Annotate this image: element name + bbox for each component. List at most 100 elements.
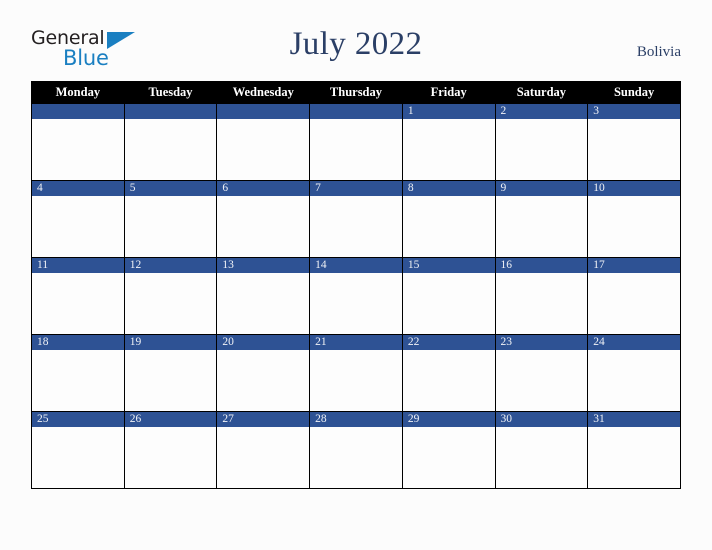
day-cell[interactable] bbox=[31, 103, 125, 181]
day-number bbox=[310, 104, 402, 119]
day-notes-area[interactable] bbox=[588, 350, 680, 411]
day-notes-area[interactable] bbox=[588, 196, 680, 257]
day-cell[interactable]: 7 bbox=[309, 180, 403, 258]
day-notes-area[interactable] bbox=[124, 196, 217, 257]
day-notes-area[interactable] bbox=[402, 427, 495, 488]
day-cell[interactable]: 17 bbox=[587, 257, 681, 335]
day-cell[interactable]: 6 bbox=[216, 180, 311, 258]
day-cell[interactable]: 24 bbox=[587, 334, 681, 412]
day-number: 6 bbox=[217, 181, 310, 196]
day-cell[interactable]: 12 bbox=[123, 257, 218, 335]
day-notes-area[interactable] bbox=[588, 427, 680, 488]
day-number: 20 bbox=[217, 335, 310, 350]
day-notes-area[interactable] bbox=[217, 196, 310, 257]
day-notes-area[interactable] bbox=[124, 350, 217, 411]
day-notes-area[interactable] bbox=[402, 119, 495, 180]
day-cell[interactable]: 16 bbox=[494, 257, 589, 335]
day-notes-area[interactable] bbox=[310, 119, 402, 180]
day-cell[interactable]: 28 bbox=[309, 411, 403, 489]
day-notes-area[interactable] bbox=[32, 196, 124, 257]
day-notes-area[interactable] bbox=[495, 427, 588, 488]
day-number: 14 bbox=[310, 258, 402, 273]
page-header: General Blue July 2022 Bolivia bbox=[0, 0, 712, 81]
day-notes-area[interactable] bbox=[495, 196, 588, 257]
day-cell[interactable] bbox=[216, 103, 311, 181]
calendar-week-row: 25 26 27 28 29 30 31 bbox=[31, 411, 681, 489]
day-number: 19 bbox=[124, 335, 217, 350]
day-number bbox=[124, 104, 217, 119]
day-number: 24 bbox=[588, 335, 680, 350]
day-number: 28 bbox=[310, 412, 402, 427]
day-notes-area[interactable] bbox=[310, 196, 402, 257]
day-cell[interactable]: 27 bbox=[216, 411, 311, 489]
day-cell[interactable]: 29 bbox=[401, 411, 496, 489]
day-notes-area[interactable] bbox=[588, 273, 680, 334]
day-cell[interactable]: 18 bbox=[31, 334, 125, 412]
day-cell[interactable]: 31 bbox=[587, 411, 681, 489]
day-cell[interactable]: 15 bbox=[401, 257, 496, 335]
day-notes-area[interactable] bbox=[495, 350, 588, 411]
day-cell[interactable]: 19 bbox=[123, 334, 218, 412]
calendar-week-row: 11 12 13 14 15 16 17 bbox=[31, 257, 681, 335]
day-cell[interactable]: 20 bbox=[216, 334, 311, 412]
weekday-header-tuesday: Tuesday bbox=[123, 81, 218, 104]
weekday-header-friday: Friday bbox=[401, 81, 496, 104]
day-number: 21 bbox=[310, 335, 402, 350]
weekday-header-sunday: Sunday bbox=[587, 81, 681, 104]
day-notes-area[interactable] bbox=[217, 273, 310, 334]
day-notes-area[interactable] bbox=[402, 350, 495, 411]
day-notes-area[interactable] bbox=[310, 427, 402, 488]
day-cell[interactable] bbox=[123, 103, 218, 181]
day-notes-area[interactable] bbox=[588, 119, 680, 180]
day-notes-area[interactable] bbox=[402, 196, 495, 257]
calendar-grid: Monday Tuesday Wednesday Thursday Friday… bbox=[31, 81, 681, 489]
day-cell[interactable]: 2 bbox=[494, 103, 589, 181]
day-notes-area[interactable] bbox=[310, 350, 402, 411]
day-number: 10 bbox=[588, 181, 680, 196]
day-notes-area[interactable] bbox=[32, 427, 124, 488]
day-cell[interactable]: 13 bbox=[216, 257, 311, 335]
day-cell[interactable]: 22 bbox=[401, 334, 496, 412]
weekday-header-row: Monday Tuesday Wednesday Thursday Friday… bbox=[31, 81, 681, 104]
day-notes-area[interactable] bbox=[217, 427, 310, 488]
day-cell[interactable]: 10 bbox=[587, 180, 681, 258]
day-notes-area[interactable] bbox=[32, 350, 124, 411]
calendar-week-row: 4 5 6 7 8 9 10 bbox=[31, 180, 681, 258]
day-number: 31 bbox=[588, 412, 680, 427]
day-notes-area[interactable] bbox=[32, 273, 124, 334]
day-notes-area[interactable] bbox=[124, 119, 217, 180]
day-notes-area[interactable] bbox=[124, 427, 217, 488]
day-cell[interactable]: 11 bbox=[31, 257, 125, 335]
day-number: 22 bbox=[402, 335, 495, 350]
day-notes-area[interactable] bbox=[495, 119, 588, 180]
day-notes-area[interactable] bbox=[32, 119, 124, 180]
day-cell[interactable] bbox=[309, 103, 403, 181]
day-notes-area[interactable] bbox=[310, 273, 402, 334]
day-cell[interactable]: 14 bbox=[309, 257, 403, 335]
day-number: 13 bbox=[217, 258, 310, 273]
day-cell[interactable]: 26 bbox=[123, 411, 218, 489]
day-number: 8 bbox=[402, 181, 495, 196]
day-number: 1 bbox=[402, 104, 495, 119]
day-cell[interactable]: 4 bbox=[31, 180, 125, 258]
day-notes-area[interactable] bbox=[124, 273, 217, 334]
day-cell[interactable]: 1 bbox=[401, 103, 496, 181]
day-cell[interactable]: 3 bbox=[587, 103, 681, 181]
day-cell[interactable]: 23 bbox=[494, 334, 589, 412]
day-notes-area[interactable] bbox=[217, 350, 310, 411]
day-notes-area[interactable] bbox=[402, 273, 495, 334]
day-number: 3 bbox=[588, 104, 680, 119]
weekday-header-monday: Monday bbox=[31, 81, 125, 104]
day-number bbox=[217, 104, 310, 119]
day-cell[interactable]: 21 bbox=[309, 334, 403, 412]
day-number: 11 bbox=[32, 258, 124, 273]
day-notes-area[interactable] bbox=[217, 119, 310, 180]
day-cell[interactable]: 25 bbox=[31, 411, 125, 489]
day-number: 26 bbox=[124, 412, 217, 427]
day-cell[interactable]: 9 bbox=[494, 180, 589, 258]
day-cell[interactable]: 5 bbox=[123, 180, 218, 258]
day-cell[interactable]: 30 bbox=[494, 411, 589, 489]
day-cell[interactable]: 8 bbox=[401, 180, 496, 258]
day-number: 16 bbox=[495, 258, 588, 273]
day-notes-area[interactable] bbox=[495, 273, 588, 334]
